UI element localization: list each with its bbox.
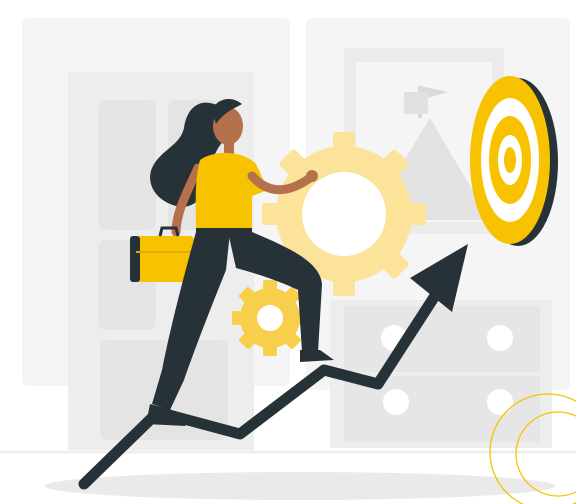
small-gear-icon xyxy=(232,280,308,356)
illustration-svg xyxy=(0,18,576,504)
door-panel-top-left xyxy=(98,100,156,230)
bullseye-target-icon xyxy=(470,76,558,246)
woman-hand xyxy=(306,170,318,182)
illustration-canvas xyxy=(0,0,576,504)
briefcase-icon xyxy=(130,226,194,282)
ground-shadow xyxy=(45,472,555,500)
background-dresser xyxy=(330,300,552,448)
woman-neck xyxy=(224,140,234,154)
